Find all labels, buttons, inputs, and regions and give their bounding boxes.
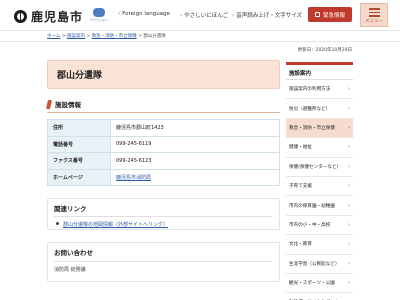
page-title: 郡山分遣隊: [47, 60, 280, 89]
chevron-right-icon: ›: [348, 144, 350, 151]
alert-icon: [314, 12, 320, 17]
sidebar-item-label: 子育て支援: [289, 184, 312, 190]
table-row: ファクス番号 099-245-6123: [47, 152, 280, 170]
chevron-right-icon: ›: [348, 124, 350, 131]
section-title: 施設情報: [55, 101, 81, 109]
breadcrumb-home[interactable]: ホーム: [47, 34, 60, 39]
main-content: 郡山分遣隊 施設情報 住所 鹿児島市郡山町1423 電話番号 099-245-6…: [46, 60, 280, 282]
emergency-label: 緊急情報: [322, 12, 345, 19]
related-links-box: 関連リンク 郡山分遣隊の地図情報（外部サイトへリンク）: [47, 198, 280, 230]
breadcrumb-facilities[interactable]: 施設案内: [67, 34, 85, 39]
sidebar-list: 施設案内の利用方法 › 防災（避難所など） › 救急・消防・市立保健 › 健康・福祉 › 保健(…: [286, 80, 353, 300]
site-header: 鹿児島市 サクラジマン › Foreign language › やさしいにほんご …: [0, 0, 400, 30]
sidebar-item-label: 市内の保育園・幼稚園: [289, 203, 335, 209]
chevron-right-icon: ›: [348, 163, 350, 170]
city-emblem-icon: [14, 10, 27, 23]
sidebar-item[interactable]: 市内の小・中・高校 ›: [286, 215, 353, 236]
bullet-icon: [56, 222, 59, 225]
site-logo[interactable]: 鹿児島市: [14, 8, 83, 25]
sidebar-item-label: 生涯学習（公民館など）: [289, 261, 340, 267]
menu-label: メニュー: [365, 19, 383, 24]
sidebar-item[interactable]: 保健(保健センターなど) ›: [286, 157, 353, 177]
related-link-label[interactable]: 郡山分遣隊の地図情報（外部サイトへリンク）: [63, 222, 168, 228]
sidebar-item-label: 施設案内の利用方法: [289, 87, 331, 93]
info-value-address: 鹿児島市郡山町1423: [110, 119, 280, 137]
table-row: 電話番号 099-245-6119: [47, 135, 280, 153]
sidebar-item-label: 保健(保健センターなど): [289, 164, 339, 170]
sidebar-item[interactable]: 防災（避難所など） ›: [286, 99, 353, 119]
sidebar-item-label: 健康・福祉: [289, 145, 312, 151]
mascot-icon: [93, 8, 105, 17]
sidebar-item[interactable]: 文化・教育 ›: [286, 235, 353, 255]
sidebar-item[interactable]: 生涯学習（公民館など） ›: [286, 254, 353, 274]
info-value-homepage: 鹿児島市消防局: [110, 168, 280, 186]
updated-date: 更新日：2020年10月20日: [297, 48, 352, 53]
mascot-logo: サクラジマン: [88, 5, 110, 23]
sidebar: 施設案内 施設案内の利用方法 › 防災（避難所など） › 救急・消防・市立保健 › 健康・福…: [286, 62, 353, 300]
breadcrumb-bar: ホーム > 施設案内 > 救急・消防・市立保健 > 郡山分遣隊: [0, 30, 400, 42]
sidebar-item[interactable]: 観光・スポーツ・公園 ›: [286, 273, 353, 294]
table-row: ホームページ 鹿児島市消防局: [47, 168, 280, 186]
table-row: 住所 鹿児島市郡山町1423: [47, 119, 280, 137]
facility-info-table: 住所 鹿児島市郡山町1423 電話番号 099-245-6119 ファクス番号 …: [47, 119, 280, 186]
sidebar-item[interactable]: 子育て支援 ›: [286, 176, 353, 197]
site-name: 鹿児島市: [31, 10, 84, 24]
sidebar-item-label: 観光・スポーツ・公園: [289, 281, 335, 287]
chevron-right-icon: ›: [348, 202, 350, 209]
sidebar-title: 施設案内: [286, 62, 353, 80]
breadcrumb-emergency[interactable]: 救急・消防・市立保健: [92, 34, 137, 39]
info-key: ファクス番号: [47, 152, 111, 170]
arrow-icon: ›: [180, 13, 183, 19]
related-link-item[interactable]: 郡山分遣隊の地図情報（外部サイトへリンク）: [54, 221, 273, 228]
sidebar-item[interactable]: 救急・消防・市立保健 ›: [286, 118, 353, 139]
menu-button[interactable]: メニュー: [360, 3, 388, 27]
info-value-phone: 099-245-6119: [110, 135, 280, 153]
arrow-icon: ›: [232, 13, 235, 19]
contact-title: お問い合わせ: [54, 247, 273, 262]
chevron-right-icon: ›: [348, 221, 350, 228]
info-key: 住所: [47, 119, 111, 137]
chevron-right-icon: ›: [348, 280, 350, 287]
breadcrumb-current: 郡山分遣隊: [143, 34, 166, 39]
sidebar-item-label: 文化・教育: [289, 242, 312, 248]
contact-department: 消防局 総務課: [54, 267, 86, 273]
chevron-right-icon: ›: [348, 86, 350, 93]
breadcrumb: ホーム > 施設案内 > 救急・消防・市立保健 > 郡山分遣隊: [47, 33, 166, 39]
sidebar-item-label: 市内の小・中・高校: [289, 222, 331, 228]
hamburger-icon: [369, 8, 380, 19]
mascot-caption: サクラジマン: [90, 18, 108, 22]
nav-label: 音声読み上げ・文字サイズ: [236, 13, 303, 19]
info-value-fax: 099-245-6123: [110, 152, 280, 170]
sidebar-item[interactable]: 健康・福祉 ›: [286, 138, 353, 158]
arrow-icon: ›: [118, 11, 121, 17]
sidebar-item[interactable]: 施設案内の利用方法 ›: [286, 80, 353, 100]
chevron-right-icon: ›: [348, 241, 350, 248]
nav-easy-japanese[interactable]: › やさしいにほんご: [180, 11, 228, 19]
nav-foreign-language[interactable]: › Foreign language: [118, 11, 170, 17]
homepage-link[interactable]: 鹿児島市消防局: [116, 175, 151, 181]
sidebar-item[interactable]: 駐輪場・サイクルポート›: [286, 293, 353, 300]
chevron-right-icon: ›: [348, 183, 350, 190]
info-key: 電話番号: [47, 135, 111, 153]
emergency-info-button[interactable]: 緊急情報: [308, 7, 352, 22]
section-heading: 施設情報: [46, 99, 280, 113]
nav-label: Foreign language: [122, 11, 170, 17]
chevron-right-icon: ›: [348, 260, 350, 267]
contact-box: お問い合わせ 消防局 総務課: [47, 242, 280, 282]
sidebar-item-label: 救急・消防・市立保健: [289, 125, 335, 131]
breadcrumb-separator: >: [85, 34, 92, 39]
heading-mark-icon: [46, 99, 52, 109]
nav-label: やさしいにほんご: [184, 13, 229, 19]
sidebar-item[interactable]: 市内の保育園・幼稚園 ›: [286, 196, 353, 216]
chevron-right-icon: ›: [348, 105, 350, 112]
nav-accessibility[interactable]: › 音声読み上げ・文字サイズ: [232, 11, 302, 19]
sidebar-item-label: 防災（避難所など）: [289, 106, 331, 112]
related-links-title: 関連リンク: [54, 203, 273, 217]
info-key: ホームページ: [47, 168, 111, 186]
